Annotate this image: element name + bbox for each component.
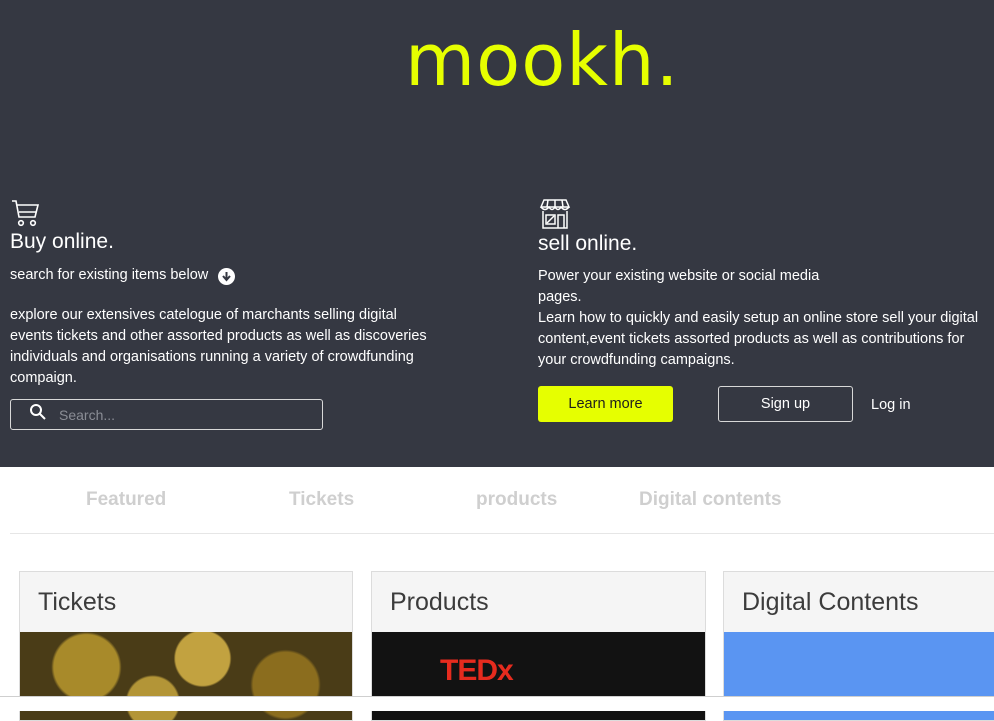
tab-featured[interactable]: Featured [86, 489, 166, 511]
sell-online-line-1: Power your existing website or social me… [538, 268, 820, 284]
sell-online-title: sell online. [538, 232, 638, 255]
buy-online-description: explore our extensives catelogue of marc… [10, 307, 427, 386]
sell-online-line-2: pages. [538, 289, 582, 305]
tedx-logo-text: TEDx [440, 654, 514, 687]
buy-online-subtitle: search for existing items below [10, 266, 209, 283]
category-tabs: Featured Tickets products Digital conten… [10, 467, 994, 534]
card-title: Products [372, 572, 705, 633]
arrow-down-circle-icon[interactable] [218, 268, 236, 285]
cart-icon [10, 198, 430, 228]
tab-digital-contents[interactable]: Digital contents [639, 489, 782, 511]
sell-online-description: Learn how to quickly and easily setup an… [538, 310, 979, 368]
buy-online-title: Buy online. [10, 230, 114, 253]
sign-up-button[interactable]: Sign up [718, 386, 853, 422]
card-title: Digital Contents [724, 572, 994, 633]
bottom-edge [0, 696, 994, 711]
buy-online-subtitle-row: search for existing items below [10, 264, 430, 285]
card-title: Tickets [20, 572, 352, 633]
tab-products[interactable]: products [476, 489, 557, 511]
log-in-link[interactable]: Log in [871, 397, 911, 413]
learn-more-button[interactable]: Learn more [538, 386, 673, 422]
search-box[interactable] [10, 399, 323, 430]
hero-section: mookh. Buy online. search for existing i… [0, 0, 994, 467]
sell-online-column: sell online. Power your existing website… [538, 198, 988, 371]
mookh-logo[interactable]: mookh. [405, 24, 679, 96]
tab-tickets[interactable]: Tickets [289, 489, 354, 511]
search-icon [29, 403, 47, 426]
search-input[interactable] [57, 405, 301, 424]
storefront-icon [538, 198, 988, 230]
buy-online-column: Buy online. search for existing items be… [10, 198, 430, 389]
